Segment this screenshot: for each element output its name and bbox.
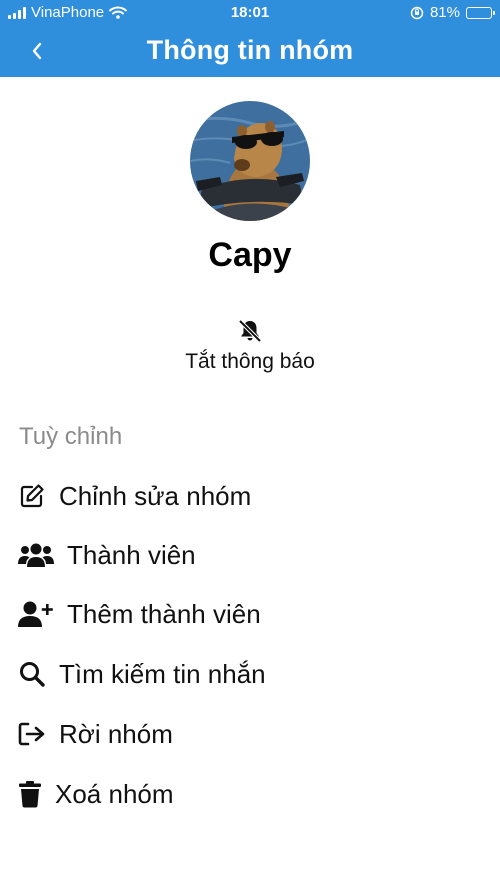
mute-notifications-button[interactable]: Tắt thông báo <box>150 318 350 384</box>
navigation-bar: Thông tin nhóm <box>0 26 500 77</box>
page-title: Thông tin nhóm <box>146 35 354 65</box>
edit-icon <box>20 484 44 508</box>
trash-icon <box>19 781 41 808</box>
menu-item-edit-group[interactable]: Chỉnh sửa nhóm <box>17 476 251 516</box>
menu-item-delete-group[interactable]: Xoá nhóm <box>17 774 174 814</box>
menu-item-label: Tìm kiếm tin nhắn <box>59 658 266 689</box>
section-label-customize: Tuỳ chỉnh <box>19 423 123 450</box>
group-avatar[interactable] <box>190 101 310 221</box>
capybara-avatar-image <box>190 101 310 221</box>
mute-notifications-label: Tắt thông báo <box>185 350 315 373</box>
menu-item-label: Thêm thành viên <box>67 598 261 629</box>
search-icon <box>20 662 45 687</box>
group-name: Capy <box>208 236 292 274</box>
bell-slash-icon <box>238 319 262 343</box>
orientation-lock-icon <box>410 6 424 19</box>
menu-item-search-messages[interactable]: Tìm kiếm tin nhắn <box>17 654 266 694</box>
user-plus-icon <box>18 601 53 627</box>
menu-item-members[interactable]: Thành viên <box>17 535 196 575</box>
header-bar: VinaPhone 18:01 81% Thông tin nhóm <box>0 0 500 77</box>
menu-item-leave-group[interactable]: Rời nhóm <box>17 714 173 754</box>
battery-icon <box>466 6 495 19</box>
menu-item-label: Xoá nhóm <box>55 778 174 809</box>
status-bar: VinaPhone 18:01 81% <box>0 0 500 26</box>
battery-percent: 81% <box>429 4 460 21</box>
menu-item-label: Chỉnh sửa nhóm <box>59 480 252 511</box>
menu-item-add-member[interactable]: Thêm thành viên <box>17 594 261 634</box>
sign-out-icon <box>18 722 45 746</box>
menu-item-label: Rời nhóm <box>59 718 173 749</box>
users-icon <box>18 543 54 567</box>
menu-item-label: Thành viên <box>67 539 196 570</box>
